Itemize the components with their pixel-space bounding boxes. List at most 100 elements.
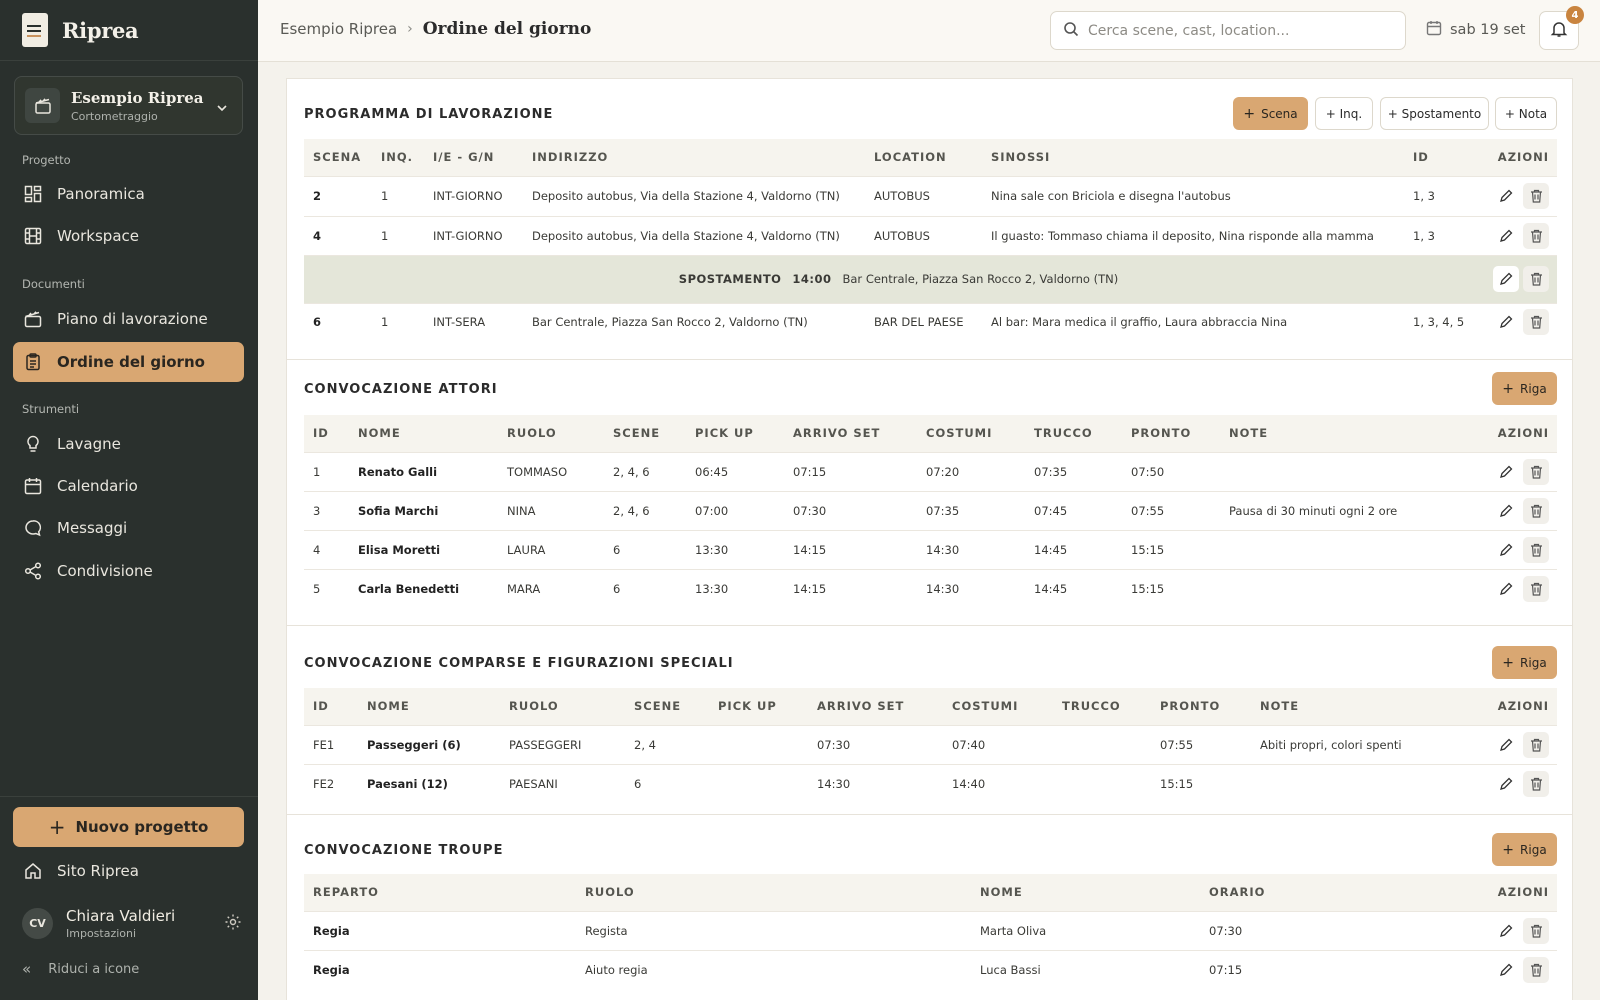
column-header: RUOLO <box>585 885 635 900</box>
add-row-button[interactable]: + Riga <box>1492 646 1557 679</box>
table-row[interactable]: 2 1 INT-GIORNO Deposito autobus, Via del… <box>304 175 1557 216</box>
notification-badge: 4 <box>1566 6 1584 24</box>
trash-icon[interactable] <box>1523 731 1549 758</box>
add-move-button[interactable]: + Spostamento <box>1380 97 1489 130</box>
table-row[interactable]: FE2 Paesani (12) PAESANI 6 14:30 14:40 1… <box>304 763 1557 803</box>
main-content: PROGRAMMA DI LAVORAZIONE + Scena + Inq. … <box>258 62 1600 1000</box>
edit-icon[interactable] <box>1493 537 1519 563</box>
cell-id: 4 <box>304 529 349 569</box>
sidebar-item-condivisione[interactable]: Condivisione <box>13 551 244 591</box>
sidebar-item-panoramica[interactable]: Panoramica <box>13 174 244 214</box>
cell-ready: 15:15 <box>1122 529 1220 569</box>
add-scene-button[interactable]: + Scena <box>1233 97 1308 130</box>
trash-icon[interactable] <box>1523 183 1549 209</box>
cell-notes <box>1220 529 1484 569</box>
edit-icon[interactable] <box>1493 771 1519 797</box>
trash-icon[interactable] <box>1523 536 1549 563</box>
sidebar-item-messaggi[interactable]: Messaggi <box>13 508 244 548</box>
table-row[interactable]: 4 1 INT-GIORNO Deposito autobus, Via del… <box>304 215 1557 255</box>
sidebar-item-workspace[interactable]: Workspace <box>13 216 244 256</box>
cell-costumes: 14:40 <box>943 763 1053 803</box>
edit-icon[interactable] <box>1493 498 1519 524</box>
notifications-button[interactable]: 4 <box>1539 6 1584 50</box>
trash-icon[interactable] <box>1523 497 1549 524</box>
cell-role: Regista <box>576 910 971 950</box>
breadcrumb-parent[interactable]: Esempio Riprea <box>280 20 397 38</box>
project-switcher[interactable]: Esempio Riprea Cortometraggio <box>14 76 243 135</box>
column-header: PRONTO <box>1131 426 1192 441</box>
gear-icon[interactable] <box>224 913 242 935</box>
edit-icon[interactable] <box>1493 223 1519 249</box>
cell-id: 1, 3 <box>1404 175 1484 216</box>
cell-id: 1 <box>304 451 349 491</box>
sidebar-item-piano[interactable]: Piano di lavorazione <box>13 299 244 339</box>
table-row[interactable]: Regia Regista Marta Oliva 07:30 <box>304 910 1557 950</box>
table-row[interactable]: 3 Sofia Marchi NINA 2, 4, 6 07:00 07:30 … <box>304 490 1557 530</box>
add-row-button[interactable]: + Riga <box>1492 372 1557 405</box>
user-profile[interactable]: CV Chiara Valdieri Impostazioni <box>22 904 242 942</box>
trash-icon[interactable] <box>1523 770 1549 797</box>
trash-icon[interactable] <box>1523 458 1549 485</box>
date-display[interactable]: sab 19 set <box>1426 20 1525 40</box>
table-row[interactable]: 6 1 INT-SERA Bar Centrale, Piazza San Ro… <box>304 302 1557 341</box>
table-row[interactable]: Regia Aiuto regia Luca Bassi 07:15 <box>304 949 1557 989</box>
new-project-label: Nuovo progetto <box>75 818 209 836</box>
sidebar-item-ordine[interactable]: Ordine del giorno <box>13 342 244 382</box>
column-header: NOTE <box>1260 699 1300 714</box>
table-row[interactable]: FE1 Passeggeri (6) PASSEGGERI 2, 4 07:30… <box>304 724 1557 764</box>
column-header: TRUCCO <box>1062 699 1121 714</box>
sidebar-item-lavagne[interactable]: Lavagne <box>13 424 244 464</box>
new-project-button[interactable]: + Nuovo progetto <box>13 807 244 847</box>
share-icon <box>23 561 43 581</box>
add-row-button[interactable]: + Riga <box>1492 833 1557 866</box>
chevron-down-icon <box>216 99 228 118</box>
section-progetto: Progetto <box>22 153 71 167</box>
cell-id: FE1 <box>304 724 358 764</box>
cell-role: MARA <box>498 568 604 608</box>
cell-synopsis: Nina sale con Briciola e disegna l'autob… <box>982 175 1404 216</box>
table-row[interactable]: 1 Renato Galli TOMMASO 2, 4, 6 06:45 07:… <box>304 451 1557 491</box>
project-type: Cortometraggio <box>71 109 158 123</box>
cell-name: Carla Benedetti <box>349 568 498 608</box>
row-actions <box>1484 254 1557 303</box>
cell-name: Passeggeri (6) <box>358 724 500 764</box>
site-link[interactable]: Sito Riprea <box>13 851 244 891</box>
trash-icon[interactable] <box>1523 956 1549 983</box>
search-input[interactable] <box>1088 22 1388 39</box>
row-actions <box>1484 529 1557 569</box>
app-name: Riprea <box>62 17 139 43</box>
trash-icon[interactable] <box>1523 917 1549 944</box>
cell-costumes: 14:30 <box>917 568 1025 608</box>
add-note-button[interactable]: + Nota <box>1495 97 1557 130</box>
schedule-table: SCENA INQ. I/E - G/N INDIRIZZO LOCATION … <box>304 139 1557 341</box>
trash-icon[interactable] <box>1523 575 1549 602</box>
clapper-icon <box>23 309 43 329</box>
table-row[interactable]: 5 Carla Benedetti MARA 6 13:30 14:15 14:… <box>304 568 1557 608</box>
trash-icon[interactable] <box>1523 309 1549 336</box>
edit-icon[interactable] <box>1493 957 1519 983</box>
add-inq-button[interactable]: + Inq. <box>1315 97 1373 130</box>
cell-scenes: 2, 4 <box>625 724 709 764</box>
edit-icon[interactable] <box>1493 459 1519 485</box>
table-row[interactable]: 4 Elisa Moretti LAURA 6 13:30 14:15 14:3… <box>304 529 1557 569</box>
column-header: SCENE <box>613 426 661 441</box>
move-row[interactable]: SPOSTAMENTO 14:00 Bar Centrale, Piazza S… <box>304 254 1557 303</box>
row-actions <box>1484 763 1557 803</box>
cell-pickup: 07:00 <box>686 490 784 530</box>
edit-icon[interactable] <box>1493 576 1519 602</box>
brand[interactable]: Riprea <box>0 0 258 61</box>
column-header: AZIONI <box>1497 426 1549 441</box>
collapse-sidebar-button[interactable]: « Riduci a icone <box>22 960 139 978</box>
search-box[interactable] <box>1050 11 1406 50</box>
sidebar-item-calendario[interactable]: Calendario <box>13 466 244 506</box>
column-header: COSTUMI <box>952 699 1019 714</box>
edit-icon[interactable] <box>1493 918 1519 944</box>
edit-icon[interactable] <box>1493 183 1519 209</box>
edit-icon[interactable] <box>1493 309 1519 335</box>
column-header: AZIONI <box>1497 885 1549 900</box>
trash-icon[interactable] <box>1523 266 1549 292</box>
edit-icon[interactable] <box>1493 266 1519 292</box>
cell-makeup: 14:45 <box>1025 529 1122 569</box>
trash-icon[interactable] <box>1523 222 1549 249</box>
edit-icon[interactable] <box>1493 732 1519 758</box>
